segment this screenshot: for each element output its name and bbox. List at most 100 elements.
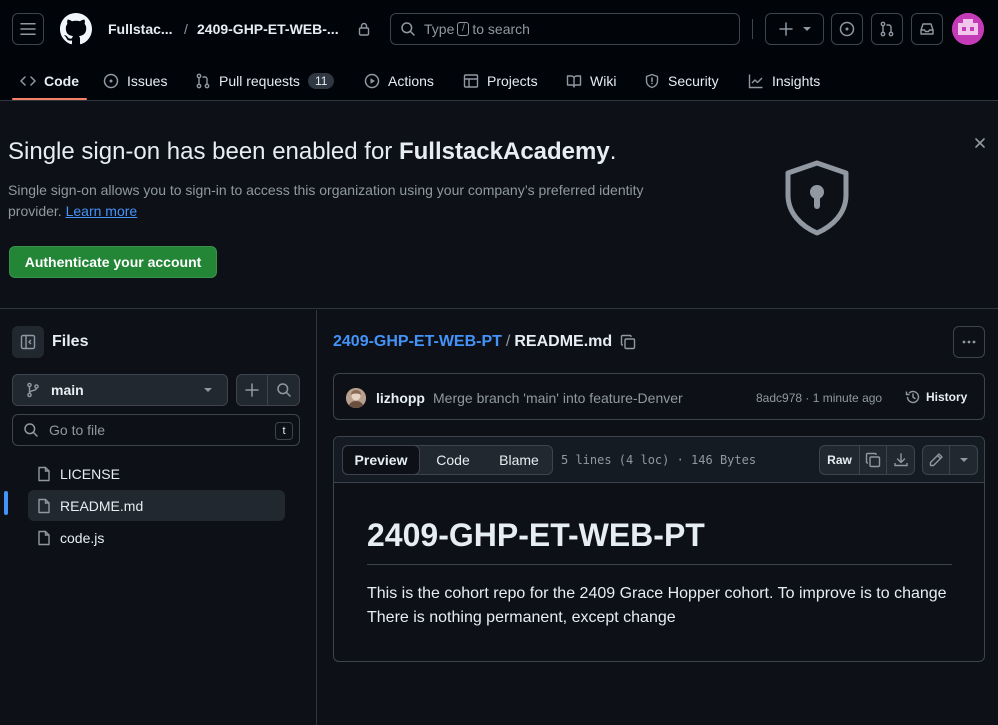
edit-options-button[interactable]	[950, 446, 977, 474]
commit-message[interactable]: Merge branch 'main' into feature-Denver	[433, 390, 683, 406]
tab-insights-label: Insights	[772, 73, 821, 89]
plus-icon	[245, 383, 259, 397]
go-to-file-shortcut: t	[275, 422, 293, 440]
repo-context-link[interactable]: 2409-GHP-ET-WEB-...	[197, 21, 339, 37]
context-separator: /	[184, 21, 188, 37]
tab-security[interactable]: Security	[644, 62, 719, 100]
tab-wiki[interactable]: Wiki	[566, 62, 616, 100]
pencil-icon	[929, 453, 943, 467]
github-logo-icon[interactable]	[60, 13, 92, 45]
file-name: LICENSE	[60, 465, 120, 482]
file-tree-item[interactable]: LICENSE	[28, 458, 285, 489]
file-name: code.js	[60, 529, 105, 546]
inbox-icon	[920, 23, 934, 35]
repo-nav-tabs: Code Issues Pull requests 11 Actions Pro…	[0, 62, 998, 100]
tab-pull-requests[interactable]: Pull requests 11	[195, 62, 335, 100]
file-icon	[38, 498, 50, 513]
sidebar-collapse-icon	[20, 334, 36, 350]
readme-paragraph: This is the cohort repo for the 2409 Gra…	[367, 585, 947, 626]
history-label: History	[926, 390, 968, 404]
file-tree-item-selected[interactable]: README.md	[28, 490, 285, 521]
tab-code[interactable]: Code	[20, 62, 79, 100]
breadcrumb-separator: /	[505, 333, 511, 350]
tab-issues-label: Issues	[127, 73, 168, 89]
file-viewer: Preview Code Blame 5 lines (4 loc) · 146…	[333, 436, 985, 662]
copy-raw-button[interactable]	[860, 446, 887, 474]
tab-projects[interactable]: Projects	[463, 62, 538, 100]
global-header: Fullstac... / 2409-GHP-ET-WEB-... Type /…	[0, 0, 998, 101]
learn-more-link[interactable]: Learn more	[66, 203, 138, 219]
search-files-button[interactable]	[268, 375, 299, 405]
download-raw-button[interactable]	[887, 446, 914, 474]
authenticate-account-button[interactable]: Authenticate your account	[9, 246, 217, 278]
branch-selector[interactable]: main	[12, 374, 228, 406]
kebab-horizontal-icon	[962, 340, 976, 344]
more-options-button[interactable]	[953, 326, 985, 358]
your-issues-button[interactable]	[831, 13, 863, 45]
file-icon	[38, 530, 50, 545]
your-pull-requests-button[interactable]	[871, 13, 903, 45]
latest-commit-bar: lizhopp Merge branch 'main' into feature…	[333, 373, 985, 420]
author-avatar[interactable]	[346, 388, 366, 408]
lock-icon	[358, 22, 370, 36]
pull-requests-count-badge: 11	[307, 73, 335, 89]
readme-heading: 2409-GHP-ET-WEB-PT	[367, 517, 952, 565]
active-tab-underline	[12, 98, 87, 100]
copy-icon	[865, 452, 881, 468]
raw-actions-group: Raw	[819, 445, 915, 475]
commit-author[interactable]: lizhopp	[376, 390, 425, 406]
edit-actions-group	[922, 445, 978, 475]
issue-opened-icon	[103, 73, 119, 89]
breadcrumb: 2409-GHP-ET-WEB-PT / README.md	[333, 333, 636, 351]
breadcrumb-repo-link[interactable]: 2409-GHP-ET-WEB-PT	[333, 333, 502, 351]
tab-issues[interactable]: Issues	[103, 62, 167, 100]
git-pull-request-icon	[196, 73, 210, 89]
file-tree-item[interactable]: code.js	[28, 522, 285, 553]
tab-insights[interactable]: Insights	[748, 62, 820, 100]
tab-code-label: Code	[44, 73, 79, 89]
search-icon	[401, 22, 415, 36]
file-info: 5 lines (4 loc) · 146 Bytes	[561, 453, 757, 467]
copy-icon[interactable]	[620, 334, 636, 350]
go-to-file-placeholder: Go to file	[49, 422, 106, 438]
collapse-sidebar-button[interactable]	[12, 326, 44, 358]
menu-button[interactable]	[12, 13, 44, 45]
search-suffix: to search	[472, 21, 530, 37]
git-branch-icon	[27, 382, 39, 398]
search-input[interactable]: Type / to search	[390, 13, 740, 45]
graph-icon	[748, 74, 763, 89]
notifications-button[interactable]	[911, 13, 943, 45]
file-viewer-header: Preview Code Blame 5 lines (4 loc) · 146…	[334, 437, 984, 483]
edit-file-button[interactable]	[923, 446, 951, 474]
tab-blame[interactable]: Blame	[486, 446, 552, 474]
tab-code-view[interactable]: Code	[420, 446, 486, 474]
commit-meta[interactable]: 8adc978 · 1 minute ago	[756, 391, 882, 405]
tab-security-label: Security	[668, 73, 719, 89]
raw-button[interactable]: Raw	[820, 446, 860, 474]
branch-name: main	[51, 382, 84, 398]
view-mode-segmented-control: Preview Code Blame	[342, 445, 553, 475]
tab-wiki-label: Wiki	[590, 73, 617, 89]
file-name: README.md	[60, 497, 144, 514]
shield-icon	[645, 73, 659, 89]
tab-actions-label: Actions	[388, 73, 434, 89]
file-icon	[38, 466, 50, 481]
tab-preview[interactable]: Preview	[342, 445, 420, 475]
selected-file-indicator	[4, 491, 8, 515]
user-avatar[interactable]	[952, 13, 984, 45]
search-icon	[24, 423, 38, 437]
org-context-link[interactable]: Fullstac...	[108, 21, 173, 37]
git-pull-request-icon	[880, 21, 894, 37]
breadcrumb-file: README.md	[514, 333, 613, 350]
create-new-button[interactable]	[765, 13, 824, 45]
play-icon	[364, 73, 380, 89]
tab-actions[interactable]: Actions	[364, 62, 434, 100]
code-icon	[20, 76, 36, 86]
chevron-down-icon	[204, 388, 212, 392]
history-button[interactable]: History	[905, 389, 967, 405]
tab-pull-requests-label: Pull requests	[219, 73, 300, 89]
sso-banner: Single sign-on has been enabled for Full…	[0, 101, 998, 309]
go-to-file-input[interactable]: Go to file t	[12, 414, 300, 446]
add-file-button[interactable]	[237, 375, 269, 405]
close-icon[interactable]	[974, 137, 986, 149]
